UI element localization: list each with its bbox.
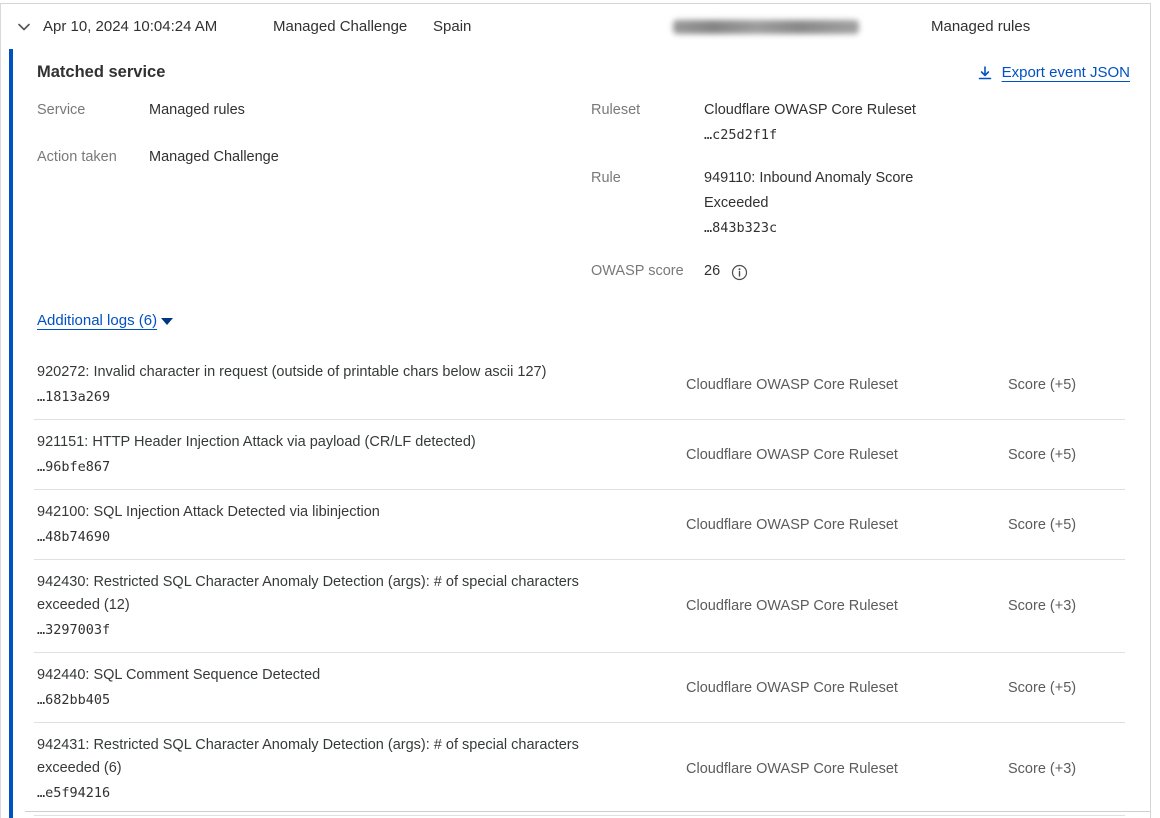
- log-ruleset-cell: Cloudflare OWASP Core Ruleset: [686, 517, 1008, 533]
- event-detail-section: Matched service Export event JSON Servic…: [1, 49, 1150, 818]
- download-icon: [977, 65, 993, 81]
- rule-label: Rule: [591, 166, 704, 241]
- service-field: Service Managed rules: [37, 98, 591, 123]
- ruleset-value: Cloudflare OWASP Core Ruleset: [704, 98, 916, 123]
- additional-logs-table: 920272: Invalid character in request (ou…: [34, 350, 1125, 816]
- caret-down-icon: [160, 313, 174, 331]
- log-score-cell: Score (+5): [1008, 377, 1125, 393]
- log-rule-title: 920272: Invalid character in request (ou…: [37, 361, 642, 384]
- log-row: 942100: SQL Injection Attack Detected vi…: [34, 490, 1125, 560]
- log-rule-title: 942431: Restricted SQL Character Anomaly…: [37, 734, 642, 780]
- log-score-cell: Score (+3): [1008, 761, 1125, 777]
- owasp-score-field: OWASP score 26: [591, 259, 1130, 284]
- export-link-label: Export event JSON: [1002, 64, 1130, 81]
- log-row: 942431: Restricted SQL Character Anomaly…: [34, 723, 1125, 816]
- event-action: Managed Challenge: [273, 18, 433, 35]
- log-rule-hash: …48b74690: [37, 527, 642, 548]
- event-service: Managed rules: [931, 18, 1150, 35]
- rule-field: Rule 949110: Inbound Anomaly Score Excee…: [591, 166, 1130, 241]
- log-rule-cell: 942440: SQL Comment Sequence Detected …6…: [37, 664, 686, 711]
- additional-logs-toggle: Additional logs (6): [37, 310, 1130, 331]
- log-rule-title: 942430: Restricted SQL Character Anomaly…: [37, 571, 642, 617]
- log-rule-cell: 920272: Invalid character in request (ou…: [37, 361, 686, 408]
- rule-value: 949110: Inbound Anomaly Score Exceeded: [704, 166, 944, 216]
- service-value: Managed rules: [149, 98, 245, 123]
- ruleset-field: Ruleset Cloudflare OWASP Core Ruleset …c…: [591, 98, 1130, 148]
- service-label: Service: [37, 98, 149, 123]
- event-country: Spain: [433, 18, 673, 35]
- event-summary-row[interactable]: Apr 10, 2024 10:04:24 AM Managed Challen…: [1, 4, 1150, 49]
- matched-service-heading: Matched service: [37, 63, 165, 82]
- log-rule-cell: 921151: HTTP Header Injection Attack via…: [37, 431, 686, 478]
- action-taken-value: Managed Challenge: [149, 145, 279, 170]
- ruleset-label: Ruleset: [591, 98, 704, 148]
- log-ruleset-cell: Cloudflare OWASP Core Ruleset: [686, 761, 1008, 777]
- log-rule-hash: …3297003f: [37, 620, 642, 641]
- log-ruleset-cell: Cloudflare OWASP Core Ruleset: [686, 447, 1008, 463]
- log-ruleset-cell: Cloudflare OWASP Core Ruleset: [686, 598, 1008, 614]
- detail-header: Matched service Export event JSON: [37, 63, 1130, 82]
- ruleset-hash: …c25d2f1f: [704, 123, 916, 148]
- log-ruleset-cell: Cloudflare OWASP Core Ruleset: [686, 680, 1008, 696]
- log-rule-hash: …e5f94216: [37, 783, 642, 804]
- log-rule-title: 942440: SQL Comment Sequence Detected: [37, 664, 642, 687]
- rule-hash: …843b323c: [704, 216, 944, 241]
- log-rule-cell: 942100: SQL Injection Attack Detected vi…: [37, 501, 686, 548]
- action-taken-label: Action taken: [37, 145, 149, 170]
- log-rule-title: 942100: SQL Injection Attack Detected vi…: [37, 501, 642, 524]
- log-rule-cell: 942430: Restricted SQL Character Anomaly…: [37, 571, 686, 641]
- info-icon[interactable]: [731, 264, 748, 281]
- additional-logs-link[interactable]: Additional logs (6): [37, 312, 157, 329]
- log-score-cell: Score (+5): [1008, 680, 1125, 696]
- next-row-divider: [25, 811, 1150, 812]
- log-rule-hash: …682bb405: [37, 690, 642, 711]
- log-score-cell: Score (+3): [1008, 598, 1125, 614]
- log-row: 920272: Invalid character in request (ou…: [34, 350, 1125, 420]
- log-rule-hash: …96bfe867: [37, 457, 642, 478]
- log-ruleset-cell: Cloudflare OWASP Core Ruleset: [686, 377, 1008, 393]
- export-event-json-link[interactable]: Export event JSON: [977, 64, 1130, 81]
- owasp-score-label: OWASP score: [591, 259, 704, 284]
- log-score-cell: Score (+5): [1008, 517, 1125, 533]
- log-rule-title: 921151: HTTP Header Injection Attack via…: [37, 431, 642, 454]
- log-row: 921151: HTTP Header Injection Attack via…: [34, 420, 1125, 490]
- redacted-value: [673, 20, 859, 34]
- log-rule-hash: …1813a269: [37, 387, 642, 408]
- log-rule-cell: 942431: Restricted SQL Character Anomaly…: [37, 734, 686, 804]
- owasp-score-value: 26: [704, 259, 720, 284]
- event-timestamp: Apr 10, 2024 10:04:24 AM: [43, 18, 273, 35]
- firewall-event-panel: Apr 10, 2024 10:04:24 AM Managed Challen…: [0, 3, 1151, 818]
- chevron-down-icon[interactable]: [15, 18, 33, 36]
- log-row: 942440: SQL Comment Sequence Detected …6…: [34, 653, 1125, 723]
- log-row: 942430: Restricted SQL Character Anomaly…: [34, 560, 1125, 653]
- action-taken-field: Action taken Managed Challenge: [37, 145, 591, 170]
- log-score-cell: Score (+5): [1008, 447, 1125, 463]
- matched-service-fields: Service Managed rules Action taken Manag…: [37, 98, 1130, 310]
